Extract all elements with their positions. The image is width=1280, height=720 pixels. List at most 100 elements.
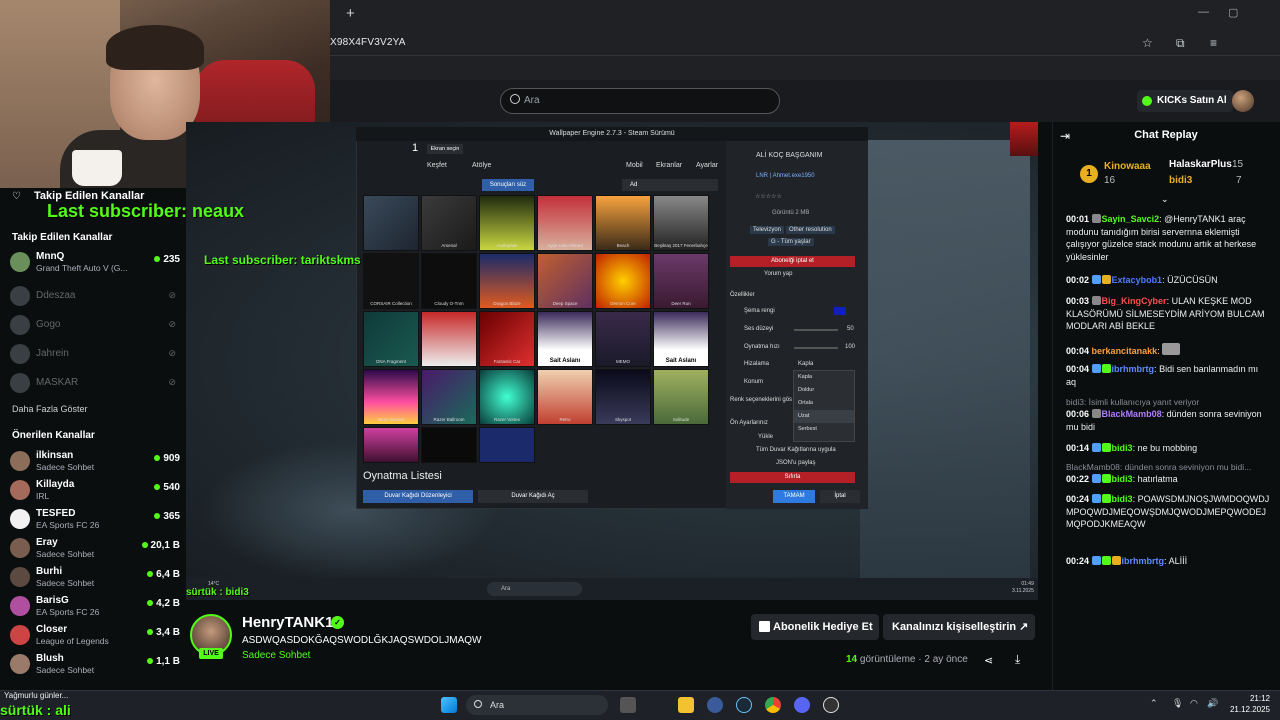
mobile-tab[interactable]: Mobil xyxy=(626,162,643,169)
followed-channel-ddeszaa[interactable]: Ddeszaa ⊘ xyxy=(10,284,180,310)
tray-chevron-icon[interactable]: ⌃ xyxy=(1150,698,1158,709)
wallpaper-tile[interactable]: Retro xyxy=(537,369,593,425)
discord-icon[interactable] xyxy=(794,697,810,713)
gift-sub-button[interactable]: Abonelik Hediye Et xyxy=(751,614,879,640)
steam-icon[interactable] xyxy=(736,697,752,713)
taskbar-clock[interactable]: 21:12 21.12.2025 xyxy=(1226,693,1270,715)
task-view-icon[interactable] xyxy=(620,697,636,713)
wallpaper-tile[interactable]: Fantastic Car xyxy=(479,311,535,367)
chevron-down-icon[interactable]: ⌄ xyxy=(1161,194,1169,205)
tag[interactable]: Televizyon xyxy=(750,226,785,234)
open-wallpaper-button[interactable]: Duvar Kağıdı Aç xyxy=(478,490,588,503)
discover-tab[interactable]: Keşfet xyxy=(427,162,447,169)
wallpaper-tile[interactable]: Ayşe Uslu Ahmed xyxy=(537,195,593,251)
dropdown-option[interactable]: Uzat xyxy=(794,410,854,423)
wallpaper-tile[interactable]: Sait Aslanı xyxy=(537,311,593,367)
minimize-icon[interactable]: — xyxy=(1198,6,1209,18)
customize-channel-button[interactable]: Kanalınızı kişiselleştirin ↗ xyxy=(883,614,1035,640)
microphone-icon[interactable]: 🎙 xyxy=(1172,698,1183,709)
recommended-channel[interactable]: BarisG EA Sports FC 26 4,2 B xyxy=(10,594,180,620)
file-explorer-icon[interactable] xyxy=(678,697,694,713)
recommended-channel[interactable]: TESFED EA Sports FC 26 365 xyxy=(10,507,180,533)
share-json-button[interactable]: JSON'u paylaş xyxy=(776,460,816,466)
volume-slider[interactable] xyxy=(794,329,838,331)
show-more-link[interactable]: Daha Fazla Göster xyxy=(12,404,88,414)
recommended-channel[interactable]: Killayda IRL 540 xyxy=(10,478,180,504)
recommended-channel[interactable]: Closer League of Legends 3,4 B xyxy=(10,623,180,649)
volume-icon[interactable]: 🔊 xyxy=(1207,698,1218,709)
wallpaper-tile[interactable]: Demon Core xyxy=(595,253,651,309)
recommended-channel[interactable]: ilkinsan Sadece Sohbet 909 xyxy=(10,449,180,475)
user-avatar[interactable] xyxy=(1232,90,1254,112)
share-icon[interactable]: ⋖ xyxy=(984,654,993,667)
wallpaper-author[interactable]: LNR | Ahmet.exe1950 xyxy=(756,173,815,179)
tag[interactable]: Other resolution xyxy=(786,226,835,234)
followed-channel-jahrein[interactable]: Jahrein ⊘ xyxy=(10,342,180,368)
wallpaper-tile[interactable]: DNA Fragment xyxy=(363,311,419,367)
load-button[interactable]: Yükle xyxy=(758,434,773,440)
chrome-icon[interactable] xyxy=(765,697,781,713)
wallpaper-tile[interactable] xyxy=(363,195,419,251)
wallpaper-tile[interactable]: Solitude xyxy=(653,369,709,425)
reset-button[interactable]: Sıfırla xyxy=(730,472,855,483)
extensions-icon[interactable]: ⧉ xyxy=(1176,36,1185,51)
followed-channel-maskar[interactable]: MASKAR ⊘ xyxy=(10,371,180,397)
wallpaper-tile[interactable]: Neon Sunset xyxy=(363,369,419,425)
workshop-tab[interactable]: Atölye xyxy=(472,162,491,169)
wallpaper-tile[interactable]: Eagle Flag xyxy=(421,311,477,367)
app-icon[interactable] xyxy=(707,697,723,713)
sort-select[interactable]: Ad xyxy=(622,179,718,191)
followed-channel-mnnq[interactable]: MnnQ Grand Theft Auto V (G... 235 xyxy=(10,250,180,276)
wallpaper-tile[interactable]: Razer Ballroom xyxy=(421,369,477,425)
wallpaper-tile[interactable] xyxy=(421,427,477,463)
comment-button[interactable]: Yorum yap xyxy=(764,271,792,277)
apply-all-button[interactable]: Tüm Duvar Kağıtlarına uygula xyxy=(756,447,836,453)
ok-button[interactable]: TAMAM xyxy=(773,490,815,503)
bookmark-star-icon[interactable]: ☆ xyxy=(1142,36,1153,50)
wallpaper-tile[interactable]: Beşiktaş 2017 Fenerbahçe xyxy=(653,195,709,251)
dropdown-option[interactable]: Ortala xyxy=(794,397,854,410)
cancel-button[interactable]: İptal xyxy=(820,490,860,503)
recommended-channel[interactable]: Burhi Sadece Sohbet 6,4 B xyxy=(10,565,180,591)
url-text[interactable]: X98X4FV3V2YA xyxy=(330,37,406,48)
screens-tab[interactable]: Ekranlar xyxy=(656,162,682,169)
dropdown-option[interactable]: Serbest xyxy=(794,423,854,436)
media-icon[interactable]: ≡ xyxy=(1210,36,1217,50)
recommended-channel[interactable]: Blush Sadece Sohbet 1,1 B xyxy=(10,652,180,678)
wifi-icon[interactable]: ◠ xyxy=(1190,698,1198,709)
obs-icon[interactable] xyxy=(823,697,839,713)
wallpaper-tile[interactable] xyxy=(479,427,535,463)
wallpaper-tile[interactable]: Sait Aslanı xyxy=(653,311,709,367)
unsubscribe-button[interactable]: Abonelği iptal et xyxy=(730,256,855,267)
recommended-channel[interactable]: Eray Sadece Sohbet 20,1 B xyxy=(10,536,180,562)
scheme-color-swatch[interactable] xyxy=(834,307,846,315)
speed-slider[interactable] xyxy=(794,347,838,349)
download-icon[interactable]: ⤓ xyxy=(1015,652,1020,667)
wallpaper-tile[interactable]: Skyspot xyxy=(595,369,651,425)
weather-widget[interactable]: Yağmurlu günler... xyxy=(4,691,68,700)
wallpaper-tile[interactable]: Deer Run xyxy=(653,253,709,309)
screen-select-button[interactable]: Ekran seçin xyxy=(427,144,463,154)
tag[interactable]: G - Tüm yaşlar xyxy=(768,238,814,246)
maximize-icon[interactable]: ▢ xyxy=(1228,6,1238,19)
settings-tab[interactable]: Ayarlar xyxy=(696,162,718,169)
taskbar-search[interactable]: Ara xyxy=(466,695,608,715)
wallpaper-tile[interactable]: Dragon Blaze xyxy=(479,253,535,309)
streamer-name[interactable]: HenryTANK1 xyxy=(242,614,333,631)
stream-category[interactable]: Sadece Sohbet xyxy=(242,650,310,661)
wallpaper-tile[interactable]: Cloudy O-Tnm xyxy=(421,253,477,309)
search-input[interactable] xyxy=(500,88,780,114)
rating-stars[interactable]: ☆☆☆☆☆ xyxy=(755,193,782,200)
wallpaper-tile[interactable]: Razer Vortex xyxy=(479,369,535,425)
wallpaper-tile[interactable]: CORSAIR Collection xyxy=(363,253,419,309)
wallpaper-tile[interactable]: Audiophile xyxy=(479,195,535,251)
wallpaper-tile[interactable]: Beach xyxy=(595,195,651,251)
new-tab-button[interactable]: + xyxy=(346,5,355,22)
windows-start-icon[interactable] xyxy=(441,697,457,713)
filter-button[interactable]: Sonuçları süz xyxy=(482,179,534,191)
wallpaper-tile[interactable] xyxy=(363,427,419,463)
dropdown-option[interactable]: Doldur xyxy=(794,384,854,397)
followed-channel-gogo[interactable]: Gogo ⊘ xyxy=(10,313,180,339)
wallpaper-tile[interactable]: Arsenal xyxy=(421,195,477,251)
dropdown-option[interactable]: Kapla xyxy=(794,371,854,384)
